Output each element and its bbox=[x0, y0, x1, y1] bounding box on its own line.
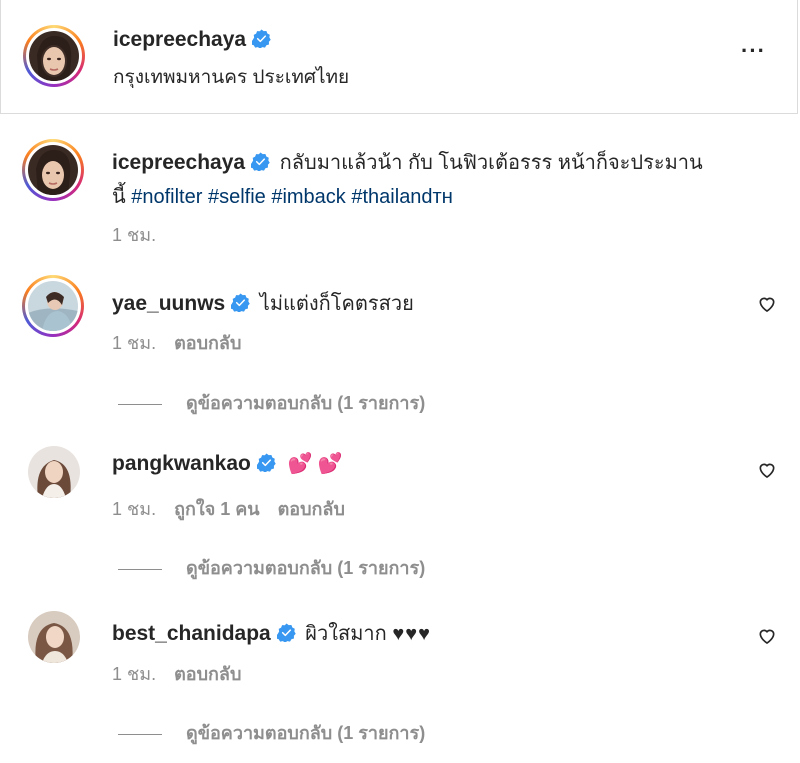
comment-time[interactable]: 1 ชม. bbox=[112, 333, 156, 353]
caption-line-1: icepreechaya กลับมาแล้วน้า กับ โนฟิวเต้อ… bbox=[112, 146, 703, 178]
comment-username[interactable]: pangkwankao bbox=[112, 452, 251, 475]
black-hearts: ♥♥♥ bbox=[392, 623, 431, 645]
comment-avatar[interactable] bbox=[28, 446, 80, 498]
divider bbox=[118, 568, 162, 570]
comment-text: 💕 💕 bbox=[287, 453, 343, 475]
comment-username[interactable]: yae_uunws bbox=[112, 292, 225, 315]
comment-meta: 1 ชม. ตอบกลับ bbox=[112, 659, 241, 688]
comment-line: pangkwankao 💕 💕 bbox=[112, 451, 343, 476]
verified-badge-icon bbox=[276, 623, 296, 642]
post-owner-username[interactable]: icepreechaya bbox=[113, 28, 271, 52]
heart-outline-icon[interactable] bbox=[757, 626, 777, 646]
divider bbox=[118, 403, 162, 405]
caption-text-cont: นี้ bbox=[112, 186, 126, 208]
comment-avatar[interactable] bbox=[28, 611, 80, 663]
hashtag-link[interactable]: #selfie bbox=[208, 186, 266, 208]
comment-time[interactable]: 1 ชม. bbox=[112, 499, 156, 519]
comment-text: ไม่แต่งก็โคตรสวย bbox=[259, 293, 414, 315]
post-location[interactable]: กรุงเทพมหานคร ประเทศไทย bbox=[113, 62, 349, 92]
heart-outline-icon[interactable] bbox=[757, 294, 777, 314]
post-header: icepreechaya กรุงเทพมหานคร ประเทศไทย ··· bbox=[0, 0, 798, 114]
hashtag-link[interactable]: #imback bbox=[271, 186, 345, 208]
view-replies-button[interactable]: ดูข้อความตอบกลับ (1 รายการ) bbox=[112, 718, 425, 747]
more-options-icon[interactable]: ··· bbox=[741, 38, 766, 64]
divider bbox=[118, 733, 162, 735]
heart-outline-icon[interactable] bbox=[757, 460, 777, 480]
comment-line: yae_uunws ไม่แต่งก็โคตรสวย bbox=[112, 287, 414, 319]
view-replies-button[interactable]: ดูข้อความตอบกลับ (1 รายการ) bbox=[112, 553, 425, 582]
caption-text: กลับมาแล้วน้า กับ โนฟิวเต้อรรร หน้าก็จะป… bbox=[279, 152, 703, 174]
caption-username[interactable]: icepreechaya bbox=[112, 151, 245, 174]
comment-time[interactable]: 1 ชม. bbox=[112, 664, 156, 684]
reply-button[interactable]: ตอบกลับ bbox=[174, 333, 241, 353]
caption-time[interactable]: 1 ชม. bbox=[112, 220, 156, 249]
likes-count[interactable]: ถูกใจ 1 คน bbox=[174, 499, 260, 519]
owner-avatar[interactable] bbox=[23, 25, 85, 87]
reply-button[interactable]: ตอบกลับ bbox=[278, 499, 345, 519]
comment-text: ผิวใสมาก bbox=[305, 623, 387, 645]
hashtag-link[interactable]: #thailandᴛʜ bbox=[351, 186, 452, 208]
comment-username[interactable]: best_chanidapa bbox=[112, 622, 271, 645]
verified-badge-icon bbox=[252, 29, 271, 48]
verified-badge-icon bbox=[231, 293, 250, 312]
view-replies-button[interactable]: ดูข้อความตอบกลับ (1 รายการ) bbox=[112, 388, 425, 417]
comment-meta: 1 ชม. ตอบกลับ bbox=[112, 328, 241, 357]
hashtag-link[interactable]: #nofilter bbox=[131, 186, 202, 208]
reply-button[interactable]: ตอบกลับ bbox=[174, 664, 241, 684]
caption-line-2: นี้ #nofilter #selfie #imback #thailandᴛ… bbox=[112, 180, 453, 212]
verified-badge-icon bbox=[251, 152, 270, 171]
comment-line: best_chanidapa ผิวใสมาก ♥♥♥ bbox=[112, 617, 431, 649]
caption-avatar[interactable] bbox=[22, 139, 84, 201]
comment-meta: 1 ชม. ถูกใจ 1 คน ตอบกลับ bbox=[112, 494, 345, 523]
comment-avatar[interactable] bbox=[22, 275, 84, 337]
verified-badge-icon bbox=[256, 453, 276, 472]
